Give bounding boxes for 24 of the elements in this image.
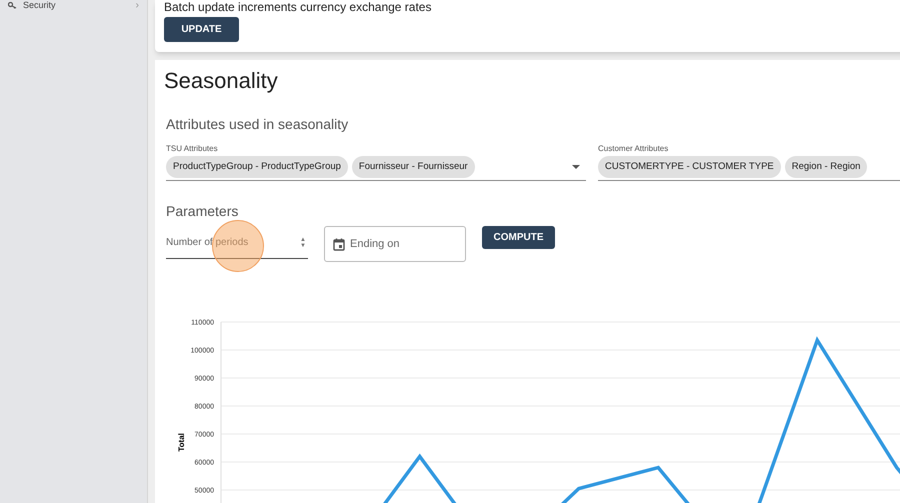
- ending-on-input[interactable]: Ending on: [350, 236, 457, 252]
- click-highlight: [212, 220, 264, 272]
- sidebar-label: Security: [23, 0, 57, 11]
- card-description: Batch update increments currency exchange rates: [164, 0, 432, 14]
- attributes-select[interactable]: TSU Attributes ProductTypeGroup - ProductTypeGroup Fournisseur - Fournisseur: [166, 143, 586, 181]
- section-title: Seasonality: [164, 68, 279, 94]
- dropdown-caret-icon: [572, 165, 580, 169]
- attributes-select[interactable]: Customer Attributes CUSTOMERTYPE - CUSTOMER TYPE Region - Region: [598, 143, 900, 181]
- attribute-chip: CUSTOMERTYPE - CUSTOMER TYPE: [598, 156, 781, 178]
- select-label: Customer Attributes: [598, 143, 670, 155]
- compute-button[interactable]: COMPUTE: [482, 226, 555, 249]
- calendar-icon: [333, 238, 345, 250]
- update-button[interactable]: UPDATE: [164, 17, 239, 42]
- sidebar-item[interactable]: Security ›: [0, 0, 147, 11]
- y-axis-title: Total: [177, 433, 186, 452]
- section-heading: Parameters: [166, 202, 240, 221]
- ending-on-field[interactable]: Ending on: [324, 226, 466, 262]
- chevron-icon: ›: [136, 0, 139, 11]
- section-heading: Attributes used in seasonality: [166, 115, 350, 134]
- attribute-chip: Region - Region: [784, 156, 868, 178]
- key-icon: [8, 2, 17, 9]
- attribute-chip: Fournisseur - Fournisseur: [352, 156, 475, 178]
- select-label: TSU Attributes: [166, 143, 219, 155]
- attribute-chip: ProductTypeGroup - ProductTypeGroup: [166, 156, 348, 178]
